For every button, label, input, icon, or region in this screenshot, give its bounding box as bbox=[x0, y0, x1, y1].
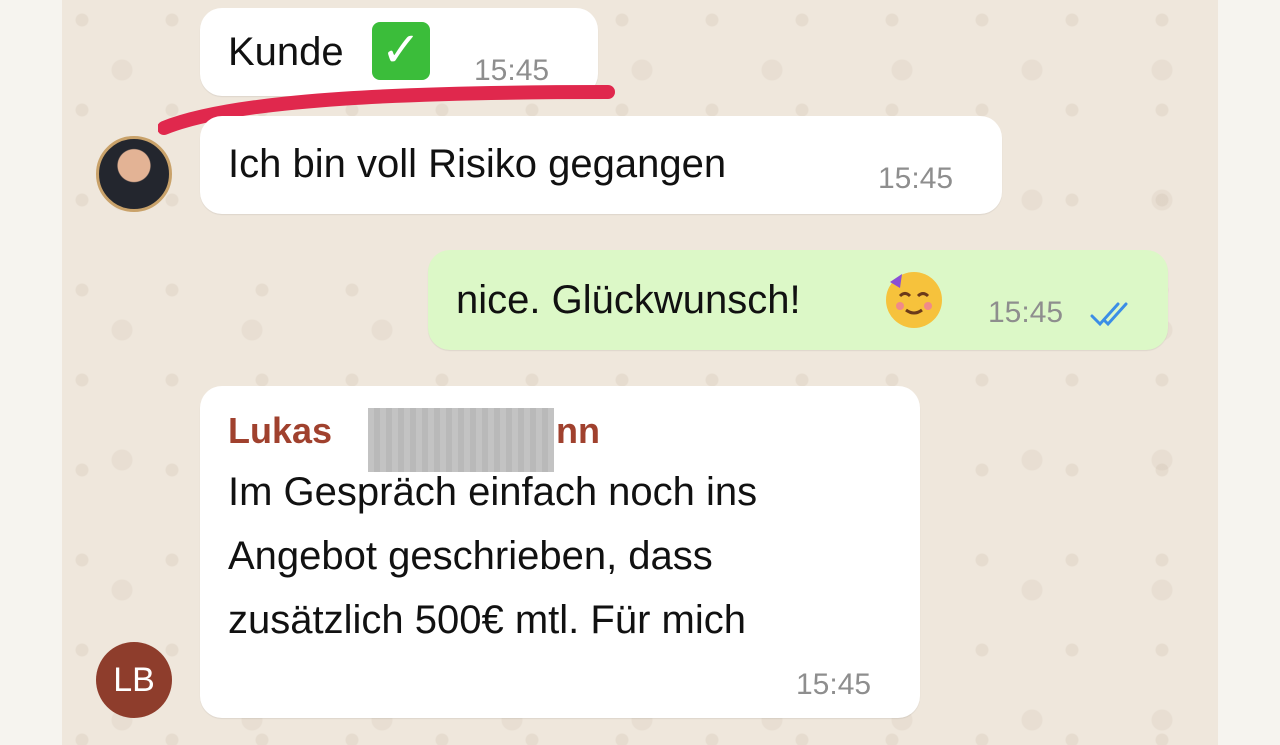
message-line: Im Gespräch einfach noch ins bbox=[228, 470, 758, 514]
message-line: zusätzlich 500€ mtl. Für mich bbox=[228, 598, 746, 642]
contact-avatar[interactable] bbox=[96, 136, 172, 212]
message-timestamp: 15:45 bbox=[878, 162, 954, 195]
message-timestamp: 15:45 bbox=[796, 668, 872, 701]
contact-avatar-initials[interactable]: LB bbox=[96, 642, 172, 718]
incoming-message-bubble[interactable]: Lukas nn Im Gespräch einfach noch ins An… bbox=[200, 386, 920, 718]
chat-area: Kunde ✓ 15:45 Ich bin voll Risiko gegang… bbox=[62, 0, 1218, 745]
check-mark-emoji-icon: ✓ bbox=[372, 22, 430, 80]
outgoing-message-bubble[interactable]: nice. Glückwunsch! 15:45 bbox=[428, 250, 1168, 350]
incoming-message-bubble[interactable]: Ich bin voll Risiko gegangen 15:45 bbox=[200, 116, 1002, 214]
message-timestamp: 15:45 bbox=[988, 296, 1064, 329]
redacted-name-blur bbox=[368, 408, 554, 472]
left-margin bbox=[0, 0, 62, 745]
message-text: Ich bin voll Risiko gegangen bbox=[228, 142, 727, 186]
party-face-emoji-icon bbox=[886, 272, 942, 328]
message-line: Angebot geschrieben, dass bbox=[228, 534, 713, 578]
message-text: nice. Glückwunsch! bbox=[456, 278, 801, 322]
message-text: Kunde bbox=[228, 30, 344, 74]
sender-name[interactable]: Lukas bbox=[228, 410, 332, 452]
double-check-read-icon bbox=[1090, 302, 1128, 327]
sender-name-suffix: nn bbox=[556, 410, 600, 451]
right-margin bbox=[1218, 0, 1280, 745]
